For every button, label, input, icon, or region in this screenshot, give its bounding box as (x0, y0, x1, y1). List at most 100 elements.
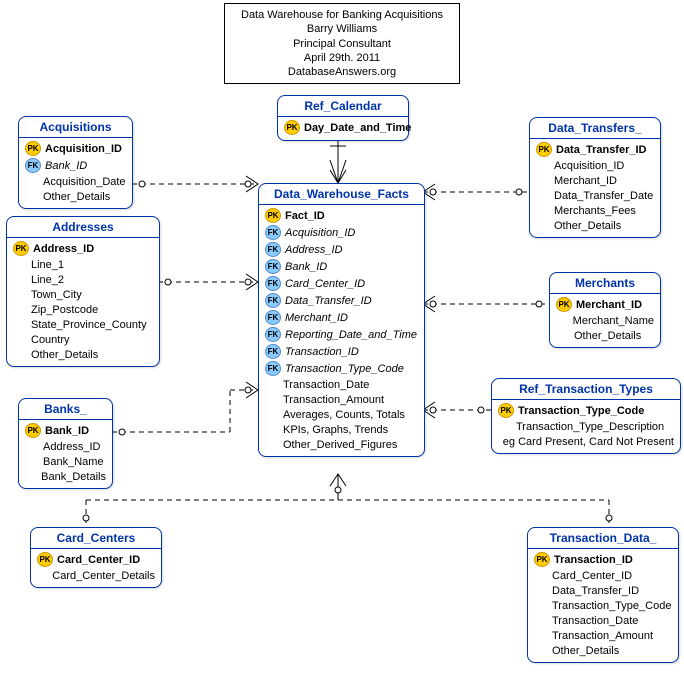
fk-icon: FK (265, 293, 281, 308)
key-spacer (536, 174, 550, 187)
key-spacer (265, 423, 279, 436)
column-name: Card_Center_ID (285, 278, 365, 290)
key-spacer (25, 440, 39, 453)
column-row: FKBank_ID (263, 258, 420, 275)
pk-icon: PK (556, 297, 572, 312)
column-row: Country (11, 332, 155, 347)
entity-title: Acquisitions (19, 117, 132, 138)
column-name: Fact_ID (285, 210, 325, 222)
column-name: Zip_Postcode (31, 304, 98, 316)
entity-body: PKData_Transfer_IDAcquisition_IDMerchant… (530, 139, 660, 237)
fk-icon: FK (265, 225, 281, 240)
column-name: Acquisition_ID (554, 160, 624, 172)
column-row: Acquisition_Date (23, 174, 128, 189)
pk-icon: PK (25, 141, 41, 156)
fk-icon: FK (265, 259, 281, 274)
column-name: Line_1 (31, 259, 64, 271)
column-name: Day_Date_and_Time (304, 122, 411, 134)
entity-title: Ref_Transaction_Types (492, 379, 680, 400)
diagram-header: Data Warehouse for Banking Acquisitions … (224, 3, 460, 84)
column-row: PKDay_Date_and_Time (282, 119, 404, 136)
column-name: Transaction_Date (552, 615, 638, 627)
column-row: KPIs, Graphs, Trends (263, 422, 420, 437)
key-spacer (25, 175, 39, 188)
column-name: Other_Details (574, 330, 641, 342)
column-name: Card_Center_ID (552, 570, 632, 582)
entity-ref-txn-types: Ref_Transaction_Types PKTransaction_Type… (491, 378, 681, 454)
entity-body: PKAcquisition_IDFK Bank_ID Acquisition_Dat… (19, 138, 132, 208)
pk-icon: PK (265, 208, 281, 223)
column-row: Merchants_Fees (534, 203, 656, 218)
column-row: PK Fact_ID (263, 207, 420, 224)
fk-icon: FK (25, 158, 41, 173)
column-name: Bank_Details (41, 471, 106, 483)
entity-banks: Banks_ PKBank_IDAddress_IDBank_NameBank_… (18, 398, 113, 489)
column-row: Bank_Details (23, 469, 108, 484)
column-row: PKAddress_ID (11, 240, 155, 257)
column-name: Transaction_Type_Code (518, 405, 644, 417)
entity-body: PKBank_IDAddress_IDBank_NameBank_Details (19, 420, 112, 488)
column-row: Transaction_Type_Description (496, 419, 676, 434)
column-name: Other_Details (43, 191, 110, 203)
column-name: Acquisition_Date (43, 176, 126, 188)
pk-icon: PK (534, 552, 550, 567)
column-row: Merchant_ID (534, 173, 656, 188)
column-name: Transaction_ID (285, 346, 359, 358)
column-row: Transaction_Amount (263, 392, 420, 407)
column-row: Town_City (11, 287, 155, 302)
column-name: Card_Center_ID (57, 554, 140, 566)
fk-icon: FK (265, 310, 281, 325)
key-spacer (498, 435, 499, 448)
column-row: Merchant_Name (554, 313, 656, 328)
entity-title: Data_Transfers_ (530, 118, 660, 139)
key-spacer (556, 314, 569, 327)
fk-icon: FK (265, 242, 281, 257)
entity-title: Data_Warehouse_Facts (259, 184, 424, 205)
column-name: Bank_ID (45, 160, 87, 172)
column-row: Card_Center_ID (532, 568, 674, 583)
column-row: PKBank_ID (23, 422, 108, 439)
column-name: Town_City (31, 289, 82, 301)
pk-icon: PK (498, 403, 514, 418)
column-row: FKTransaction_Type_Code (263, 360, 420, 377)
fk-icon: FK (265, 276, 281, 291)
column-name: Data_Transfer_ID (556, 144, 647, 156)
column-row: Address_ID (23, 439, 108, 454)
key-spacer (534, 599, 548, 612)
key-spacer (536, 219, 550, 232)
column-name: State_Province_County (31, 319, 147, 331)
key-spacer (534, 629, 548, 642)
key-spacer (13, 318, 27, 331)
column-row: PKAcquisition_ID (23, 140, 128, 157)
key-spacer (265, 438, 279, 451)
column-name: Address_ID (43, 441, 100, 453)
column-name: KPIs, Graphs, Trends (283, 424, 388, 436)
column-row: eg Card Present, Card Not Present (496, 434, 676, 449)
column-row: PK Transaction_Type_Code (496, 402, 676, 419)
column-name: Transaction_Amount (283, 394, 384, 406)
header-line: April 29th. 2011 (237, 51, 447, 65)
column-name: Country (31, 334, 70, 346)
column-name: Merchants_Fees (554, 205, 636, 217)
column-name: Reporting_Date_and_Time (285, 329, 417, 341)
column-row: Data_Transfer_Date (534, 188, 656, 203)
entity-body: PKDay_Date_and_Time (278, 117, 408, 140)
key-spacer (265, 408, 279, 421)
entity-ref-calendar: Ref_Calendar PKDay_Date_and_Time (277, 95, 409, 141)
column-name: Acquisition_ID (285, 227, 355, 239)
column-name: Transaction_ID (554, 554, 633, 566)
column-row: PKCard_Center_ID (35, 551, 157, 568)
column-name: Transaction_Amount (552, 630, 653, 642)
column-row: Zip_Postcode (11, 302, 155, 317)
column-name: Merchant_Name (573, 315, 654, 327)
column-name: Averages, Counts, Totals (283, 409, 405, 421)
column-row: FKMerchant_ID (263, 309, 420, 326)
key-spacer (37, 569, 48, 582)
column-name: Data_Transfer_ID (285, 295, 372, 307)
key-spacer (536, 204, 550, 217)
column-name: Other_Details (552, 645, 619, 657)
entity-title: Merchants (550, 273, 660, 294)
entity-body: PK Transaction_Type_Code Transaction_Type_… (492, 400, 680, 453)
column-row: FK Card_Center_ID (263, 275, 420, 292)
entity-transaction-data: Transaction_Data_ PKTransaction_IDCard_C… (527, 527, 679, 663)
